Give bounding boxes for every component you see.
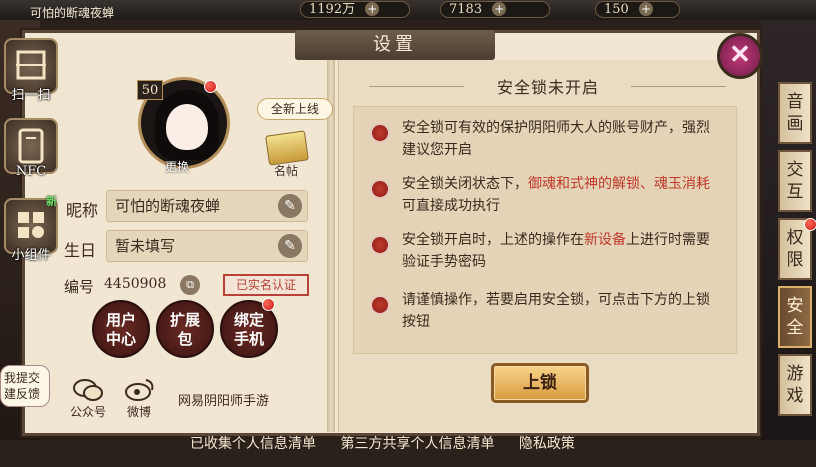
tab-interaction-bottom: 互 [786,182,804,202]
expansion-pack-button[interactable]: 扩展 包 [156,300,214,358]
bullet-icon [370,235,390,255]
studio-label: 网易阴阳师手游 [178,394,270,409]
wechat-label: 公众号 [70,405,107,419]
security-item-3: 安全锁开启时，上述的操作在新设备上进行时需要验证手势密码 [402,229,722,273]
name-card-label[interactable]: 名帖 [274,162,298,179]
security-item-2: 安全锁关闭状态下，御魂和式神的解锁、魂玉消耗可直接成功执行 [402,173,722,217]
privacy-links: 已收集个人信息清单 第三方共享个人信息清单 隐私政策 [190,433,650,453]
user-center-line2: 中心 [105,330,136,348]
jade-counter: 7183 + [440,1,550,18]
birthday-value: 暂未填写 [115,237,176,255]
item-3-highlight: 新设备 [584,232,626,248]
security-item-4: 请谨慎操作，若要启用安全锁，可点击下方的上锁按钮 [402,292,710,330]
birthday-label: 生日 [64,241,97,260]
tab-security[interactable]: 安 全 [778,286,812,348]
close-icon[interactable]: ✕ [717,33,763,79]
nfc-label: NFC [15,164,47,179]
bind-phone-dot [262,298,275,311]
id-label: 编号 [64,278,95,296]
tab-game-top: 游 [786,364,804,384]
bullet-icon [370,179,390,199]
tab-game[interactable]: 游 戏 [778,354,812,416]
tab-permissions-top: 权 [786,228,804,248]
add-coin-icon[interactable]: + [365,2,380,16]
user-center-button[interactable]: 用户 中心 [92,300,150,358]
stamina-counter: 150 + [595,1,680,18]
privacy-policy-link[interactable]: 隐私政策 [519,436,575,452]
scan-label: 扫一扫 [11,88,51,103]
widget-label: 小组件 [11,248,51,263]
tab-permissions-bottom: 限 [786,250,804,270]
level-badge: 50 [137,80,163,100]
third-party-info-link[interactable]: 第三方共享个人信息清单 [340,436,494,452]
security-panel: 安全锁未开启 安全锁可有效的保护阴阳师大人的账号财产，强烈建议您开启 安全锁关闭… [338,60,756,432]
real-name-verified-stamp: 已实名认证 [223,274,309,296]
dialog-title: 设置 [295,30,495,60]
tab-interaction[interactable]: 交 互 [778,150,812,212]
id-value: 4450908 [104,276,167,292]
feedback-line2: 建反馈 [4,387,41,401]
tab-interaction-top: 交 [786,160,804,180]
expansion-line1: 扩展 [169,311,200,329]
tab-audio-top: 音 [786,92,804,112]
bind-phone-line1: 绑定 [233,311,264,329]
weibo-icon[interactable] [124,376,156,401]
add-stamina-icon[interactable]: + [638,2,653,16]
feedback-line1: 我提交 [4,371,41,385]
tab-game-bottom: 戏 [786,386,804,406]
name-card-icon[interactable] [265,130,309,166]
weibo-label: 微博 [127,405,152,419]
wechat-icon[interactable] [72,378,104,402]
nickname-value: 可怕的断魂夜蝉 [115,197,221,215]
expansion-line2: 包 [177,330,193,348]
coin-value: 1192万 [309,2,356,17]
security-info-box: 安全锁可有效的保护阴阳师大人的账号财产，强烈建议您开启 安全锁关闭状态下，御魂和… [353,106,737,354]
bind-phone-line2: 手机 [233,330,264,348]
coin-counter: 1192万 + [300,1,410,18]
feedback-bubble[interactable]: 我提交 建反馈 [0,365,50,407]
lock-button[interactable]: 上锁 [491,363,589,403]
nickname-label: 昵称 [66,201,99,220]
tab-audio-bottom: 画 [786,114,804,134]
player-name: 可怕的断魂夜蝉 [30,6,115,20]
avatar-face [166,104,208,150]
tab-audio-visual[interactable]: 音 画 [778,82,812,144]
edit-birthday-icon[interactable]: ✎ [278,234,302,258]
user-center-line1: 用户 [105,311,136,329]
permissions-dot [804,218,816,231]
change-avatar-label[interactable]: 更换 [165,158,189,175]
item-2-before: 安全锁关闭状态下， [402,176,528,192]
tab-security-top: 安 [786,296,804,316]
bullet-icon [370,123,390,143]
security-item-1: 安全锁可有效的保护阴阳师大人的账号财产，强烈建议您开启 [402,120,710,158]
new-badge: 新 [46,195,57,208]
copy-id-icon[interactable]: ⧉ [180,275,200,295]
add-jade-icon[interactable]: + [492,2,507,16]
item-2-highlight: 御魂和式神的解锁、魂玉消耗 [528,176,710,192]
edit-nickname-icon[interactable]: ✎ [278,194,302,218]
new-online-bubble: 全新上线 [257,98,333,120]
bullet-icon [370,295,390,315]
notification-dot [204,80,217,93]
tab-security-bottom: 全 [786,318,804,338]
title-ornament-right [631,86,726,87]
stamina-value: 150 [604,2,629,17]
jade-value: 7183 [449,2,483,17]
item-3-before: 安全锁开启时，上述的操作在 [402,232,584,248]
collected-info-link[interactable]: 已收集个人信息清单 [190,436,316,452]
item-2-after: 可直接成功执行 [402,198,500,214]
